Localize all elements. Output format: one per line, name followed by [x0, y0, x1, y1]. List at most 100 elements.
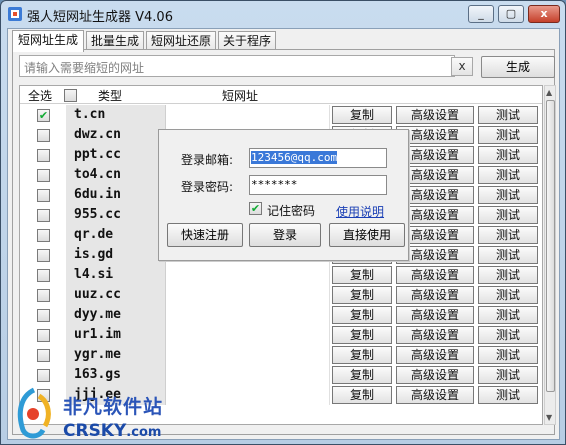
short-url-header: 短网址 — [222, 89, 259, 103]
scroll-down-icon[interactable]: ▼ — [546, 413, 552, 422]
maximize-button[interactable]: ▢ — [498, 5, 524, 23]
tab-restore[interactable]: 短网址还原 — [146, 31, 216, 51]
test-button[interactable]: 测试 — [478, 246, 538, 264]
password-field[interactable]: ******* — [249, 175, 387, 195]
copy-button[interactable]: 复制 — [332, 366, 392, 384]
domain-cell: dyy.me — [66, 305, 166, 325]
row-checkbox[interactable] — [37, 269, 50, 282]
copy-button[interactable]: 复制 — [332, 386, 392, 404]
copy-button[interactable]: 复制 — [332, 346, 392, 364]
short-url-cell — [167, 365, 330, 385]
test-button[interactable]: 测试 — [478, 266, 538, 284]
advanced-settings-button[interactable]: 高级设置 — [396, 366, 474, 384]
type-header: 类型 — [98, 89, 123, 103]
tab-shorten[interactable]: 短网址生成 — [12, 30, 84, 52]
advanced-settings-button[interactable]: 高级设置 — [396, 346, 474, 364]
test-button[interactable]: 测试 — [478, 386, 538, 404]
login-button[interactable]: 登录 — [249, 223, 321, 247]
select-all-checkbox[interactable] — [64, 89, 77, 102]
row-checkbox[interactable] — [37, 169, 50, 182]
row-checkbox[interactable] — [37, 209, 50, 222]
copy-button[interactable]: 复制 — [332, 266, 392, 284]
copy-button[interactable]: 复制 — [332, 106, 392, 124]
crsky-logo-icon — [17, 387, 51, 439]
test-button[interactable]: 测试 — [478, 126, 538, 144]
row-select-cell — [20, 125, 64, 145]
tab-batch[interactable]: 批量生成 — [86, 31, 144, 51]
scroll-thumb[interactable] — [546, 100, 555, 392]
copy-button[interactable]: 复制 — [332, 286, 392, 304]
advanced-settings-button[interactable]: 高级设置 — [396, 266, 474, 284]
row-select-cell — [20, 325, 64, 345]
domain-cell: ur1.im — [66, 325, 166, 345]
quick-register-button[interactable]: 快速注册 — [167, 223, 243, 247]
table-row: ✔ t.cn 复制 高级设置 测试 — [20, 105, 542, 125]
test-button[interactable]: 测试 — [478, 286, 538, 304]
domain-cell: is.gd — [66, 245, 166, 265]
title-bar[interactable]: 强人短网址生成器 V4.06 _ ▢ x — [1, 1, 565, 27]
copy-button[interactable]: 复制 — [332, 326, 392, 344]
row-select-cell — [20, 205, 64, 225]
test-button[interactable]: 测试 — [478, 186, 538, 204]
test-button[interactable]: 测试 — [478, 166, 538, 184]
table-row: l4.si 复制 高级设置 测试 — [20, 265, 542, 285]
domain-cell: qr.de — [66, 225, 166, 245]
short-url-cell — [167, 305, 330, 325]
row-checkbox[interactable] — [37, 369, 50, 382]
advanced-settings-button[interactable]: 高级设置 — [396, 106, 474, 124]
row-checkbox[interactable] — [37, 229, 50, 242]
row-checkbox[interactable]: ✔ — [37, 109, 50, 122]
minimize-button[interactable]: _ — [468, 5, 494, 23]
watermark-en: CRSKY.com — [63, 421, 161, 441]
test-button[interactable]: 测试 — [478, 106, 538, 124]
row-select-cell — [20, 345, 64, 365]
remember-checkbox[interactable]: ✔ — [249, 202, 262, 215]
short-url-cell — [167, 325, 330, 345]
direct-use-button[interactable]: 直接使用 — [329, 223, 405, 247]
row-checkbox[interactable] — [37, 309, 50, 322]
row-select-cell: ✔ — [20, 105, 64, 125]
row-checkbox[interactable] — [37, 189, 50, 202]
copy-button[interactable]: 复制 — [332, 306, 392, 324]
advanced-settings-button[interactable]: 高级设置 — [396, 286, 474, 304]
clear-button[interactable]: x — [451, 57, 473, 76]
row-checkbox[interactable] — [37, 349, 50, 362]
test-button[interactable]: 测试 — [478, 326, 538, 344]
close-button[interactable]: x — [528, 5, 560, 23]
row-checkbox[interactable] — [37, 329, 50, 342]
advanced-settings-button[interactable]: 高级设置 — [396, 326, 474, 344]
test-button[interactable]: 测试 — [478, 306, 538, 324]
short-url-cell — [167, 105, 330, 125]
test-button[interactable]: 测试 — [478, 206, 538, 224]
generate-button[interactable]: 生成 — [481, 56, 555, 78]
test-button[interactable]: 测试 — [478, 146, 538, 164]
test-button[interactable]: 测试 — [478, 346, 538, 364]
remember-label: 记住密码 — [267, 204, 316, 218]
help-link[interactable]: 使用说明 — [336, 203, 384, 220]
row-checkbox[interactable] — [37, 129, 50, 142]
scroll-up-icon[interactable]: ▲ — [546, 88, 552, 97]
domain-cell: dwz.cn — [66, 125, 166, 145]
row-select-cell — [20, 285, 64, 305]
watermark-en-suffix: .com — [126, 425, 162, 440]
advanced-settings-button[interactable]: 高级设置 — [396, 306, 474, 324]
table-row: ygr.me 复制 高级设置 测试 — [20, 345, 542, 365]
row-checkbox[interactable] — [37, 249, 50, 262]
row-checkbox[interactable] — [37, 149, 50, 162]
url-input[interactable]: 请输入需要缩短的网址 — [19, 55, 455, 77]
domain-cell: ppt.cc — [66, 145, 166, 165]
test-button[interactable]: 测试 — [478, 366, 538, 384]
domain-cell: 955.cc — [66, 205, 166, 225]
login-dialog: 登录邮箱: 123456@qq.com 登录密码: ******* ✔ 记住密码… — [158, 129, 409, 261]
select-all-label: 全选 — [28, 89, 53, 103]
row-checkbox[interactable] — [37, 289, 50, 302]
domain-cell: l4.si — [66, 265, 166, 285]
tab-about[interactable]: 关于程序 — [218, 31, 276, 51]
email-label: 登录邮箱: — [181, 153, 234, 167]
table-row: ur1.im 复制 高级设置 测试 — [20, 325, 542, 345]
advanced-settings-button[interactable]: 高级设置 — [396, 386, 474, 404]
vertical-scrollbar[interactable]: ▲ ▼ — [544, 85, 556, 425]
watermark: 非凡软件站 CRSKY.com — [1, 384, 181, 445]
email-field[interactable]: 123456@qq.com — [249, 148, 387, 168]
test-button[interactable]: 测试 — [478, 226, 538, 244]
